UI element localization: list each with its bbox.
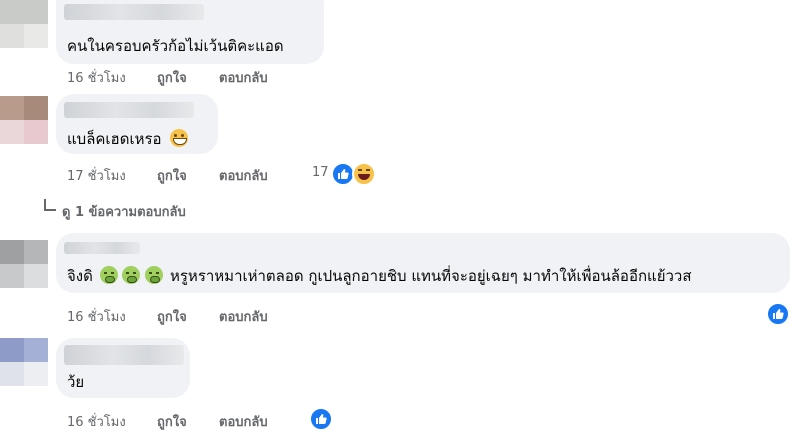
- comment-text: จิงดิ หรูหราหมาเห่าตลอด กูเปนลูกอายชิบ แ…: [67, 266, 692, 286]
- avatar[interactable]: [0, 96, 48, 144]
- like-button[interactable]: ถูกใจ: [157, 411, 187, 432]
- sick-face-emoji-icon: [99, 266, 118, 284]
- comment-timestamp[interactable]: 17 ชั่วโมง: [67, 165, 126, 186]
- avatar[interactable]: [0, 240, 48, 288]
- reply-arrow-icon: [44, 199, 56, 211]
- reply-button[interactable]: ตอบกลับ: [219, 165, 268, 186]
- avatar[interactable]: [0, 338, 48, 386]
- author-name-blurred[interactable]: [64, 242, 140, 254]
- like-button[interactable]: ถูกใจ: [157, 67, 187, 88]
- sick-face-emoji-icon: [145, 266, 164, 284]
- comment-text: แบล็คเฮดเหรอ: [67, 129, 189, 149]
- comment-text-start: จิงดิ: [67, 267, 93, 285]
- comment-text-body: แบล็คเฮดเหรอ: [67, 130, 162, 148]
- comment-text-rest: หรูหราหมาเห่าตลอด กูเปนลูกอายชิบ แทนที่จ…: [169, 267, 692, 285]
- comment-text: ว้ย: [67, 373, 85, 391]
- like-reaction-icon[interactable]: [309, 407, 333, 431]
- comment-timestamp[interactable]: 16 ชั่วโมง: [67, 67, 126, 88]
- author-name-blurred[interactable]: [64, 4, 204, 20]
- avatar[interactable]: [0, 0, 48, 48]
- sick-face-emoji-icon: [122, 266, 141, 284]
- like-button[interactable]: ถูกใจ: [157, 306, 187, 327]
- reaction-count[interactable]: 17: [312, 165, 329, 180]
- comment-timestamp[interactable]: 16 ชั่วโมง: [67, 306, 126, 327]
- like-button[interactable]: ถูกใจ: [157, 165, 187, 186]
- reply-button[interactable]: ตอบกลับ: [219, 411, 268, 432]
- reply-button[interactable]: ตอบกลับ: [219, 306, 268, 327]
- like-reaction-icon[interactable]: [766, 302, 790, 326]
- reply-button[interactable]: ตอบกลับ: [219, 67, 268, 88]
- comment-text: คนในครอบครัวก้อไม่เว้นติคะแอด: [67, 37, 284, 55]
- author-name-blurred[interactable]: [64, 102, 194, 118]
- grin-emoji-icon: [170, 129, 189, 147]
- author-name-blurred[interactable]: [64, 345, 184, 365]
- haha-reaction-icon[interactable]: [352, 162, 376, 186]
- comment-timestamp[interactable]: 16 ชั่วโมง: [67, 411, 126, 432]
